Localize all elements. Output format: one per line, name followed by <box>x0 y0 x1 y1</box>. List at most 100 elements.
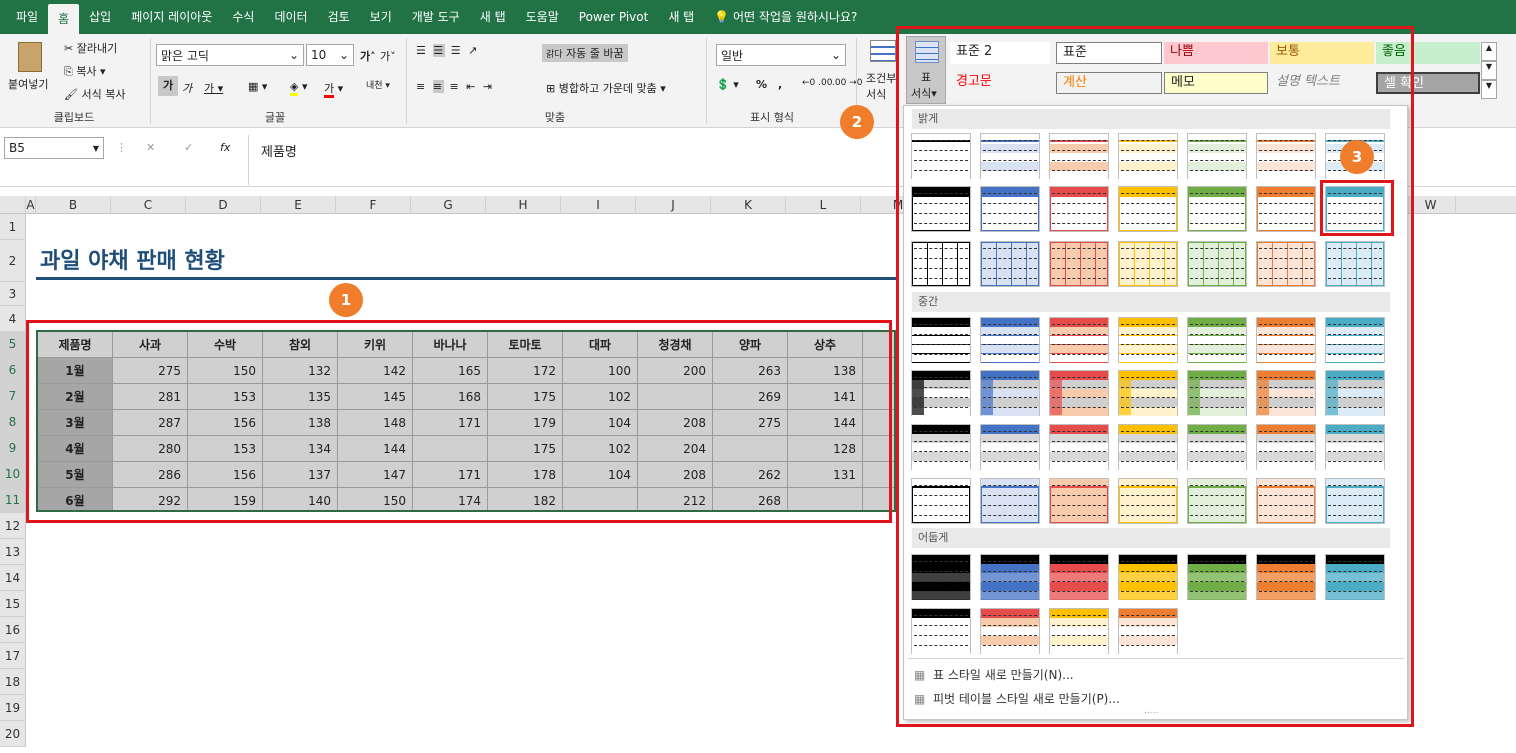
table-style-swatch[interactable] <box>1118 241 1178 287</box>
table-style-swatch[interactable] <box>1118 554 1178 600</box>
percent-button[interactable]: % <box>756 78 767 91</box>
table-style-swatch[interactable] <box>980 133 1040 180</box>
table-header-cell[interactable]: 제품명 <box>38 332 113 358</box>
table-style-swatch[interactable] <box>1187 186 1247 232</box>
tab-7[interactable]: 보기 <box>360 0 402 34</box>
table-style-swatch[interactable] <box>1187 317 1247 363</box>
cell-style-3[interactable]: 보통 <box>1270 42 1374 64</box>
table-style-swatch[interactable] <box>980 554 1040 600</box>
table-cell-clipped[interactable] <box>863 436 894 462</box>
table-cell[interactable]: 281 <box>113 384 188 410</box>
table-cell[interactable] <box>788 488 863 510</box>
paste-button[interactable]: 붙여넣기 <box>6 40 56 100</box>
table-style-swatch[interactable] <box>911 241 971 287</box>
table-style-swatch[interactable] <box>911 478 971 524</box>
table-header-cell[interactable]: 채 <box>863 332 894 358</box>
table-cell[interactable] <box>563 488 638 510</box>
column-header-I[interactable]: I <box>561 196 636 214</box>
row-label-cell[interactable]: 2월 <box>38 384 113 410</box>
tab-9[interactable]: 새 탭 <box>470 0 516 34</box>
table-cell[interactable]: 128 <box>788 436 863 462</box>
font-name-dropdown[interactable]: 맑은 고딕 ⌄ <box>156 44 304 66</box>
enter-icon[interactable]: ✓ <box>184 141 193 154</box>
table-cell[interactable]: 141 <box>788 384 863 410</box>
row-header-5[interactable]: 5 <box>0 332 26 357</box>
borders-button[interactable]: ▦ ▾ <box>248 80 267 93</box>
italic-button[interactable]: 가 <box>182 80 192 96</box>
tab-4[interactable]: 수식 <box>222 0 264 34</box>
insert-function-icon[interactable]: fx <box>220 141 230 154</box>
table-header-cell[interactable]: 청경채 <box>638 332 713 358</box>
new-pivot-style-item[interactable]: ▦ 피벗 테이블 스타일 새로 만들기(P)... <box>914 690 1120 707</box>
wrap-text-button[interactable]: 갉다 자동 줄 바꿈 <box>542 44 628 62</box>
table-style-swatch[interactable] <box>1256 133 1316 180</box>
column-header-B[interactable]: B <box>36 196 111 214</box>
table-style-swatch[interactable] <box>980 241 1040 287</box>
row-label-cell[interactable]: 5월 <box>38 462 113 488</box>
row-header-6[interactable]: 6 <box>0 357 26 383</box>
table-cell-clipped[interactable] <box>863 358 894 384</box>
resize-grip[interactable]: ..... <box>1144 706 1158 716</box>
table-cell[interactable]: 104 <box>563 410 638 436</box>
tab-6[interactable]: 검토 <box>318 0 360 34</box>
table-cell[interactable]: 275 <box>713 410 788 436</box>
row-header-4[interactable]: 4 <box>0 306 26 332</box>
conditional-format-button[interactable]: 조건부 서식 <box>866 40 902 101</box>
table-style-swatch[interactable] <box>980 370 1040 416</box>
scroll-down-icon[interactable]: ▼ <box>1481 61 1497 80</box>
table-cell[interactable]: 171 <box>413 410 488 436</box>
row-label-cell[interactable]: 1월 <box>38 358 113 384</box>
table-style-swatch[interactable] <box>911 370 971 416</box>
table-cell[interactable]: 137 <box>263 462 338 488</box>
table-style-swatch[interactable] <box>980 608 1040 654</box>
format-painter-button[interactable]: 🖌 서식 복사 <box>64 86 125 102</box>
table-cell[interactable] <box>638 384 713 410</box>
comma-button[interactable]: , <box>778 78 782 91</box>
tell-me-box[interactable]: 💡 어떤 작업을 원하시나요? <box>704 0 867 34</box>
row-header-18[interactable]: 18 <box>0 669 26 695</box>
scroll-up-icon[interactable]: ▲ <box>1481 42 1497 61</box>
table-style-swatch[interactable] <box>911 554 971 600</box>
table-style-swatch[interactable] <box>1049 370 1109 416</box>
table-style-swatch[interactable] <box>1187 424 1247 470</box>
row-header-14[interactable]: 14 <box>0 565 26 591</box>
table-style-swatch[interactable] <box>980 478 1040 524</box>
table-style-swatch[interactable] <box>1118 317 1178 363</box>
table-cell[interactable]: 275 <box>113 358 188 384</box>
row-header-7[interactable]: 7 <box>0 383 26 409</box>
table-style-swatch[interactable] <box>1256 370 1316 416</box>
tab-0[interactable]: 파일 <box>6 0 48 34</box>
table-cell[interactable]: 144 <box>338 436 413 462</box>
table-style-swatch[interactable] <box>1118 133 1178 180</box>
number-format-dropdown[interactable]: 일반 ⌄ <box>716 44 846 66</box>
shrink-font-button[interactable]: 가˅ <box>380 48 396 64</box>
table-cell[interactable]: 147 <box>338 462 413 488</box>
row-header-10[interactable]: 10 <box>0 461 26 487</box>
table-style-swatch[interactable] <box>1325 241 1385 287</box>
table-style-swatch[interactable] <box>911 608 971 654</box>
fill-color-button[interactable]: ◈ ▾ <box>290 80 308 96</box>
table-cell[interactable]: 171 <box>413 462 488 488</box>
cell-styles-scroll[interactable]: ▲ ▼ ▼ <box>1481 42 1497 100</box>
table-style-swatch[interactable] <box>1256 317 1316 363</box>
row-header-9[interactable]: 9 <box>0 435 26 461</box>
table-style-swatch[interactable] <box>1256 478 1316 524</box>
table-header-cell[interactable]: 참외 <box>263 332 338 358</box>
table-style-swatch[interactable] <box>1325 424 1385 470</box>
table-cell[interactable]: 174 <box>413 488 488 510</box>
row-header-11[interactable]: 11 <box>0 487 26 513</box>
table-style-swatch[interactable] <box>1049 554 1109 600</box>
table-style-swatch[interactable] <box>1187 370 1247 416</box>
copy-button[interactable]: ⎘ 복사 ▾ <box>64 63 106 79</box>
phonetic-button[interactable]: 내천 ▾ <box>366 78 390 91</box>
cell-style-5[interactable]: 경고문 <box>950 72 1050 94</box>
table-cell[interactable]: 153 <box>188 384 263 410</box>
table-cell-clipped[interactable] <box>863 410 894 436</box>
table-cell[interactable]: 208 <box>638 410 713 436</box>
table-style-swatch[interactable] <box>1256 241 1316 287</box>
tab-1[interactable]: 홈 <box>48 4 80 34</box>
select-all-corner[interactable] <box>0 196 26 214</box>
table-cell[interactable]: 204 <box>638 436 713 462</box>
font-color-button[interactable]: 가 ▾ <box>324 80 343 98</box>
row-header-2[interactable]: 2 <box>0 240 26 282</box>
